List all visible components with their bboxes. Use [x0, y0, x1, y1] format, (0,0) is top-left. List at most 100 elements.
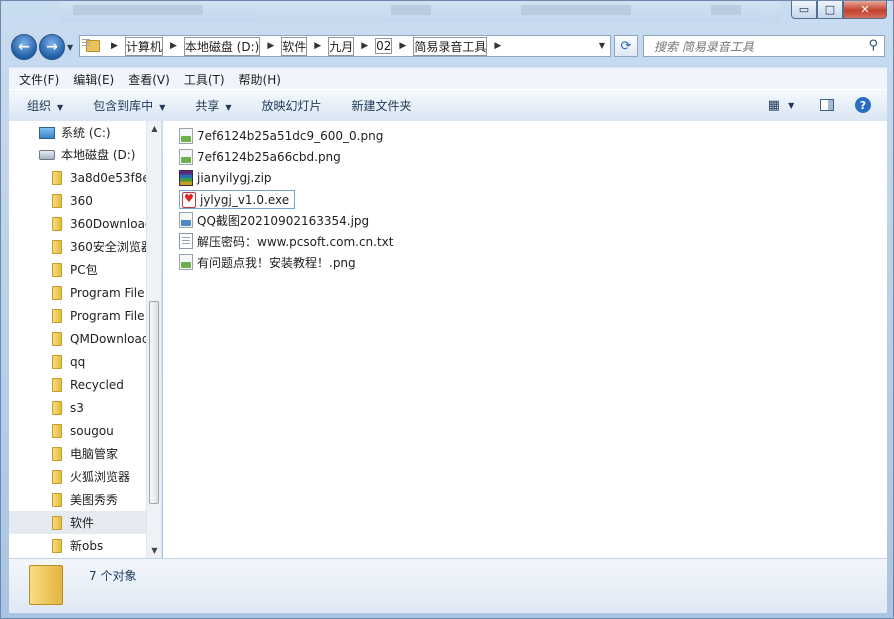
chevron-down-icon: ▼: [67, 43, 74, 52]
arrow-right-icon: →: [46, 39, 58, 55]
tree-item-label: Recycled: [70, 377, 124, 392]
tree-item-label: 360Download: [70, 216, 146, 231]
folder-icon: [52, 446, 62, 461]
preview-pane-button[interactable]: [815, 94, 839, 116]
folder-icon: [52, 331, 62, 346]
chevron-right-icon[interactable]: ▶: [314, 41, 321, 51]
tree-item-label: s3: [70, 400, 84, 415]
tree-item-folder[interactable]: Program File: [9, 281, 146, 304]
chevron-down-icon: ▼: [225, 103, 232, 112]
tree-item-folder[interactable]: 3a8d0e53f8e: [9, 166, 146, 189]
tree-item-folder[interactable]: qq: [9, 350, 146, 373]
chevron-right-icon[interactable]: ▶: [399, 41, 406, 51]
tree-item-folder[interactable]: 电脑管家: [9, 442, 146, 465]
folder-icon: [52, 515, 62, 530]
back-button[interactable]: ←: [11, 34, 37, 60]
file-item[interactable]: 解压密码：www.pcsoft.com.cn.txt: [179, 231, 393, 251]
file-item[interactable]: jianyilygj.zip: [179, 168, 272, 188]
zip-archive-icon: [179, 170, 193, 186]
tree-item-folder[interactable]: QMDownload: [9, 327, 146, 350]
scrollbar-thumb[interactable]: [149, 301, 159, 504]
breadcrumb-item-current[interactable]: 简易录音工具: [413, 36, 488, 56]
recent-pages-dropdown[interactable]: ▼: [67, 43, 73, 52]
breadcrumb-item-software[interactable]: 软件: [281, 36, 308, 56]
tree-item-label: 电脑管家: [70, 447, 119, 461]
search-box[interactable]: ⚲: [643, 35, 885, 57]
tree-item-folder[interactable]: s3: [9, 396, 146, 419]
png-file-icon: [179, 128, 193, 144]
tree-item-label: 美图秀秀: [70, 493, 119, 507]
menu-edit[interactable]: 编辑(E): [73, 71, 114, 88]
file-item[interactable]: 有问题点我！安装教程！.png: [179, 252, 356, 272]
slideshow-button[interactable]: 放映幻灯片: [262, 97, 322, 114]
forward-button[interactable]: →: [39, 34, 65, 60]
tree-item-folder[interactable]: sougou: [9, 419, 146, 442]
minimize-button[interactable]: ▭: [791, 1, 817, 19]
tree-item-folder[interactable]: Program File: [9, 304, 146, 327]
tree-item-label: 火狐浏览器: [70, 470, 131, 484]
include-in-library-label: 包含到库中: [93, 99, 154, 113]
include-in-library-button[interactable]: 包含到库中 ▼: [93, 97, 165, 114]
tree-item-folder[interactable]: 美图秀秀: [9, 488, 146, 511]
background-window-strip: [61, 1, 781, 23]
menu-view[interactable]: 查看(V): [128, 71, 170, 88]
chevron-right-icon[interactable]: ▶: [267, 41, 274, 51]
folder-icon: [52, 492, 62, 507]
address-bar[interactable]: ▶ 计算机 ▶ 本地磁盘 (D:) ▶ 软件 ▶ 九月 ▶ 02 ▶ 简易录音工…: [79, 35, 611, 57]
folder-icon: [52, 262, 62, 277]
menu-help[interactable]: 帮助(H): [239, 71, 281, 88]
chevron-right-icon[interactable]: ▶: [361, 41, 368, 51]
chevron-right-icon[interactable]: ▶: [170, 41, 177, 51]
tree-item-folder[interactable]: 新obs: [9, 534, 146, 557]
help-button[interactable]: ?: [851, 94, 875, 116]
tree-item-label: 系统 (C:): [61, 126, 111, 140]
address-history-dropdown[interactable]: ▼: [599, 41, 605, 50]
system-drive-icon: [39, 126, 55, 139]
tree-item-folder-selected[interactable]: 软件: [9, 511, 146, 534]
jpg-file-icon: [179, 212, 193, 228]
explorer-window: ▭ □ ✕ ← → ▼ ▶ 计算机 ▶ 本地磁盘 (D:) ▶ 软件 ▶ 九月 …: [0, 0, 894, 619]
arrow-left-icon: ←: [18, 39, 30, 55]
file-item[interactable]: QQ截图20210902163354.jpg: [179, 210, 369, 230]
breadcrumb-item-drive-d[interactable]: 本地磁盘 (D:): [183, 36, 261, 56]
tree-scrollbar[interactable]: ▲ ▼: [146, 121, 161, 558]
menu-file[interactable]: 文件(F): [19, 71, 59, 88]
chevron-right-icon[interactable]: ▶: [494, 41, 501, 51]
folder-icon: [52, 239, 62, 254]
file-item[interactable]: 7ef6124b25a66cbd.png: [179, 147, 341, 167]
close-button[interactable]: ✕: [843, 1, 887, 19]
tree-item-folder[interactable]: 360Download: [9, 212, 146, 235]
search-input[interactable]: [652, 37, 856, 57]
share-button[interactable]: 共享 ▼: [195, 97, 231, 114]
scroll-down-arrow-icon[interactable]: ▼: [147, 543, 161, 558]
tree-item-label: 新obs: [70, 539, 104, 553]
folder-icon: [29, 565, 63, 605]
tree-item-drive-c[interactable]: 系统 (C:): [9, 122, 146, 143]
organize-button[interactable]: 组织 ▼: [27, 97, 63, 114]
tree-item-drive-d[interactable]: 本地磁盘 (D:): [9, 143, 146, 166]
scroll-up-arrow-icon[interactable]: ▲: [147, 121, 161, 136]
tree-item-folder[interactable]: PC包: [9, 258, 146, 281]
navigation-pane: 系统 (C:) 本地磁盘 (D:) 3a8d0e53f8e 360 360Dow…: [9, 121, 162, 558]
tree-item-folder[interactable]: 360: [9, 189, 146, 212]
tree-item-label: Program File: [70, 308, 145, 323]
breadcrumb-item-september[interactable]: 九月: [328, 36, 355, 56]
refresh-button[interactable]: ⟳: [614, 35, 638, 57]
folder-icon: [52, 193, 62, 208]
change-view-button[interactable]: ▦ ▼: [761, 94, 801, 116]
png-file-icon: [179, 254, 193, 270]
menu-tools[interactable]: 工具(T): [184, 71, 225, 88]
tree-item-folder[interactable]: Recycled: [9, 373, 146, 396]
search-icon[interactable]: ⚲: [868, 38, 878, 53]
file-item[interactable]: 7ef6124b25a51dc9_600_0.png: [179, 126, 383, 146]
tree-item-folder[interactable]: 火狐浏览器: [9, 465, 146, 488]
breadcrumb-item-computer[interactable]: 计算机: [124, 36, 163, 56]
exe-app-icon: [182, 191, 196, 208]
tree-item-folder[interactable]: 360安全浏览器: [9, 235, 146, 258]
new-folder-button[interactable]: 新建文件夹: [352, 97, 412, 114]
file-name: 7ef6124b25a51dc9_600_0.png: [197, 129, 384, 143]
tree-item-label: qq: [70, 354, 86, 369]
file-item-focused[interactable]: jylygj_v1.0.exe: [179, 190, 296, 209]
breadcrumb-item-02[interactable]: 02: [375, 38, 393, 54]
maximize-button[interactable]: □: [817, 1, 843, 19]
